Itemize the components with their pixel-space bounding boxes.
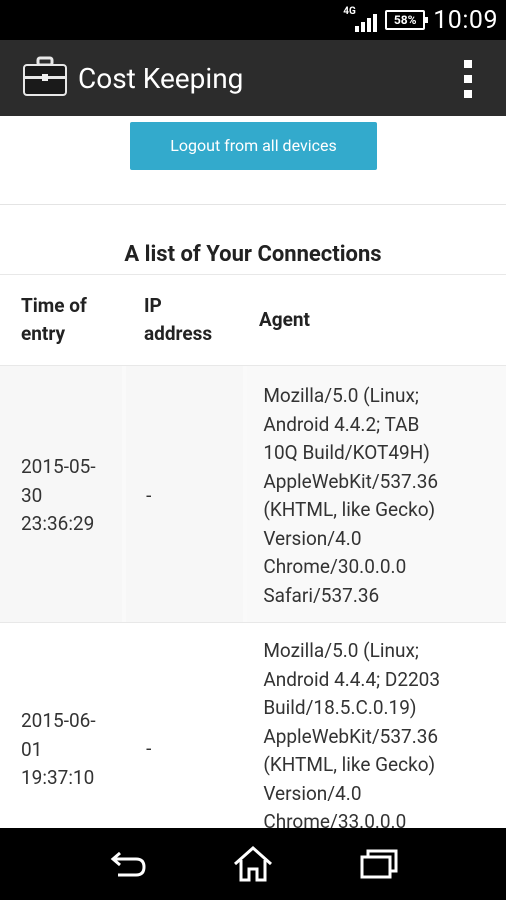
overflow-menu-icon[interactable] <box>462 60 474 98</box>
connections-table: Time of entry IP address Agent 2015-05- <box>0 274 506 828</box>
signal-icon: 4G <box>343 6 378 32</box>
table-header: Time of entry IP address Agent <box>0 275 506 366</box>
clock: 10:09 <box>433 5 498 35</box>
home-icon[interactable] <box>231 844 275 884</box>
entry-agent: Mozilla/5.0 (Linux; Android 4.4.4; D2203… <box>247 623 506 828</box>
action-bar: Cost Keeping <box>0 40 506 116</box>
navigation-bar <box>0 828 506 900</box>
logout-all-devices-button[interactable]: Logout from all devices <box>130 122 377 170</box>
battery-icon: 58% <box>385 10 429 30</box>
entry-ip: - <box>126 623 244 828</box>
entry-time: 2015-05- 30 23:36:29 <box>0 366 123 622</box>
header-agent: Agent <box>259 307 310 331</box>
back-icon[interactable] <box>106 844 150 884</box>
entry-agent: Mozilla/5.0 (Linux; Android 4.4.2; TAB 1… <box>247 366 506 622</box>
screen: 4G 58% 10:09 Cost Keeping Logout from al… <box>0 0 506 900</box>
content: Logout from all devices A list of Your C… <box>0 116 506 828</box>
briefcase-icon[interactable] <box>22 56 68 98</box>
table-row: 2015-05- 30 23:36:29 - Mozilla/5.0 (Linu… <box>0 366 506 623</box>
recent-apps-icon[interactable] <box>357 844 401 884</box>
status-icons: 4G 58% 10:09 <box>343 0 498 40</box>
network-type: 4G <box>343 6 356 17</box>
table-row: 2015-06- 01 19:37:10 - Mozilla/5.0 (Linu… <box>0 623 506 828</box>
entry-time: 2015-06- 01 19:37:10 <box>0 623 123 828</box>
app-title: Cost Keeping <box>78 62 244 95</box>
entry-ip: - <box>126 366 244 622</box>
logout-card: Logout from all devices <box>0 116 506 205</box>
connections-title: A list of Your Connections <box>124 242 382 267</box>
status-bar: 4G 58% 10:09 <box>0 0 506 40</box>
header-time: Time of entry <box>21 293 87 346</box>
header-ip: IP address <box>144 293 213 346</box>
battery-level: 58% <box>393 13 417 27</box>
